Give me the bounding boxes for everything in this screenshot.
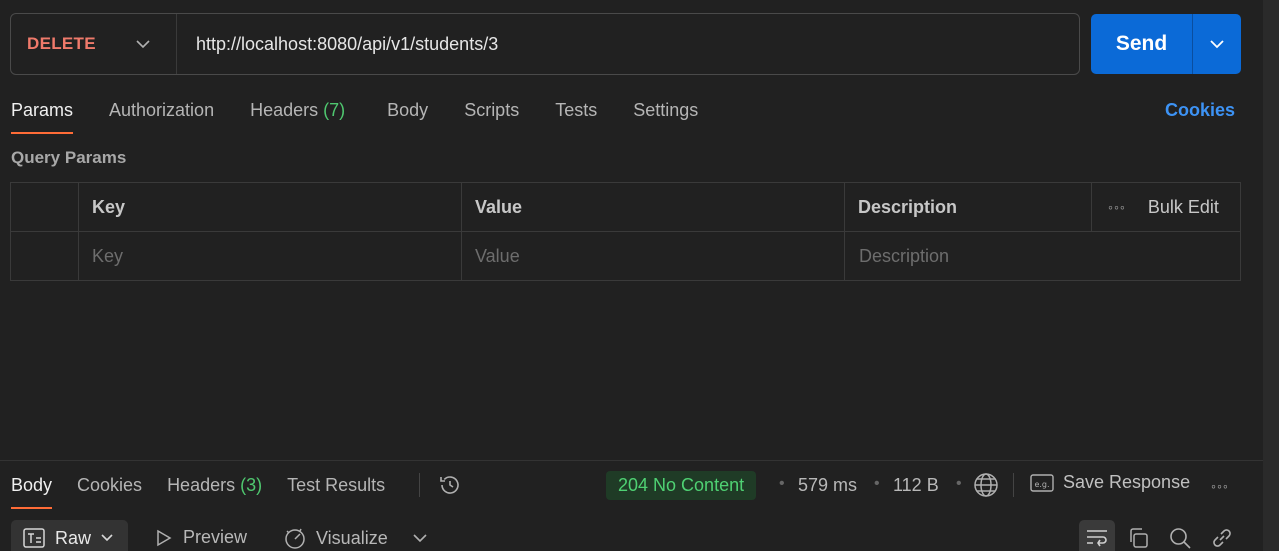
separator-dot: • [956,475,962,492]
link-icon [1213,529,1231,547]
tab-response-headers[interactable]: Headers (3) [167,466,262,509]
table-header-row: Key Value Description ◦◦◦ Bulk Edit [11,183,1240,232]
tab-label: Scripts [464,100,520,120]
value-input[interactable]: Value [462,232,845,281]
example-icon: e.g. [1030,473,1054,492]
table-row: Key Value Description [11,232,1240,281]
tab-label: Test Results [287,475,386,495]
cookies-link[interactable]: Cookies [1165,100,1235,121]
separator [419,473,420,497]
tab-label: Headers [250,100,319,120]
tab-authorization[interactable]: Authorization [109,90,214,134]
search-button[interactable] [1162,520,1198,551]
send-options-button[interactable] [1192,14,1241,74]
checkbox-column-header [11,183,79,231]
tab-scripts[interactable]: Scripts [464,90,519,134]
tab-params[interactable]: Params [11,90,74,134]
response-tabs: Body Cookies Headers (3) Test Results [11,466,410,510]
query-params-title: Query Params [11,148,127,167]
separator [1013,473,1014,497]
description-input[interactable]: Description [845,232,1240,281]
send-button-group: Send [1091,14,1241,74]
tab-label: Headers [167,475,236,495]
tab-headers[interactable]: Headers (7) [250,90,345,134]
chevron-down-icon [101,534,113,542]
chevron-down-icon [413,534,427,543]
bulk-edit-area: ◦◦◦ Bulk Edit [1092,183,1240,231]
tab-response-body[interactable]: Body [11,466,53,509]
row-checkbox-cell [11,232,79,281]
play-icon [157,529,172,546]
preview-button[interactable]: Preview [155,527,247,548]
pane-divider[interactable] [0,460,1263,461]
format-label: Raw [55,527,92,548]
search-icon [1170,528,1191,549]
visualize-button[interactable]: Visualize [283,526,388,550]
key-input[interactable]: Key [79,232,462,281]
send-button[interactable]: Send [1091,14,1192,74]
method-select[interactable]: DELETE [11,14,177,74]
tab-label: Authorization [109,100,215,120]
separator-dot: • [874,475,880,492]
chevron-down-icon [1210,39,1224,48]
globe-icon[interactable] [973,472,999,503]
tab-label: Body [387,100,429,120]
copy-icon [1130,528,1148,548]
column-header-description: Description [845,183,1092,231]
tab-label: Tests [555,100,598,120]
tab-response-cookies[interactable]: Cookies [77,466,142,509]
headers-count: (7) [323,100,346,120]
status-badge: 204 No Content [606,471,757,500]
scrollbar[interactable] [1263,0,1279,551]
more-options-icon[interactable]: ◦◦◦ [1108,199,1126,215]
svg-text:e.g.: e.g. [1034,480,1049,489]
visualize-dropdown[interactable] [413,530,427,548]
text-format-icon [23,528,45,548]
history-icon[interactable] [438,473,462,502]
tab-label: Settings [633,100,699,120]
wrap-lines-icon [1087,530,1107,547]
visualize-label: Visualize [316,527,388,548]
visualize-icon [285,528,305,549]
column-header-key: Key [79,183,462,231]
copy-button[interactable] [1120,520,1156,551]
method-label: DELETE [27,34,96,53]
bulk-edit-button[interactable]: Bulk Edit [1148,197,1219,218]
wrap-lines-button[interactable] [1079,520,1115,551]
query-params-table: Key Value Description ◦◦◦ Bulk Edit Key … [10,182,1241,281]
tab-test-results[interactable]: Test Results [287,466,385,509]
tab-label: Body [11,475,53,495]
save-response-button[interactable]: e.g. Save Response [1030,472,1190,493]
request-url-bar: DELETE [10,13,1080,75]
tab-label: Cookies [77,475,143,495]
column-header-value: Value [462,183,845,231]
chevron-down-icon [136,39,150,48]
tab-label: Params [11,100,74,120]
tab-tests[interactable]: Tests [555,90,597,134]
response-time: 579 ms [798,475,858,495]
link-button[interactable] [1204,520,1240,551]
separator-dot: • [779,475,785,492]
url-input[interactable] [177,14,1079,74]
request-tabs: Params Authorization Headers (7) Body Sc… [11,90,734,134]
tab-body[interactable]: Body [387,90,428,134]
preview-label: Preview [183,527,248,547]
more-options-icon[interactable]: ◦◦◦ [1211,478,1229,494]
save-response-label: Save Response [1063,472,1191,492]
response-size: 112 B [893,475,939,495]
response-headers-count: (3) [240,475,263,495]
format-select[interactable]: Raw [11,520,128,551]
tab-settings[interactable]: Settings [633,90,698,134]
